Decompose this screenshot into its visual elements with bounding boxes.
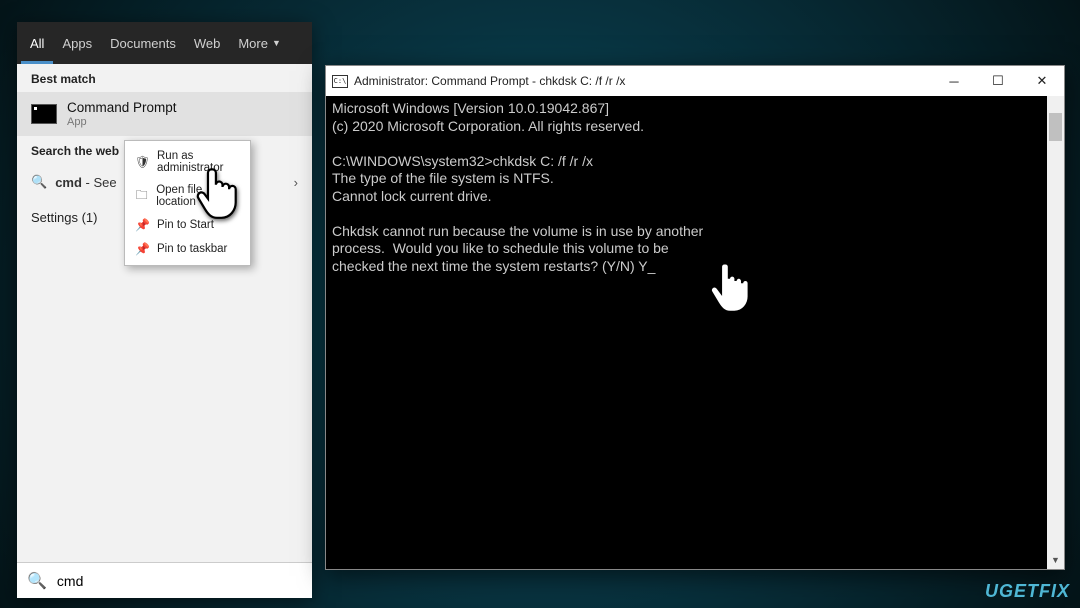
tab-apps[interactable]: Apps — [53, 22, 101, 64]
search-box[interactable]: 🔍 — [17, 562, 312, 598]
command-prompt-icon — [31, 104, 57, 124]
titlebar[interactable]: C:\ Administrator: Command Prompt - chkd… — [326, 66, 1064, 96]
ctx-pin-to-start[interactable]: 📌 Pin to Start — [125, 213, 250, 237]
ctx-run-as-admin[interactable]: 🛡 Run as administrator — [125, 145, 250, 179]
window-title: Administrator: Command Prompt - chkdsk C… — [354, 74, 625, 88]
tab-web[interactable]: Web — [185, 22, 230, 64]
chevron-down-icon: ▼ — [272, 38, 281, 48]
search-icon: 🔍 — [31, 174, 47, 190]
context-menu: 🛡 Run as administrator 🗀 Open file locat… — [124, 140, 251, 266]
scroll-thumb[interactable] — [1049, 113, 1062, 141]
ctx-pin-to-taskbar[interactable]: 📌 Pin to taskbar — [125, 237, 250, 261]
chevron-right-icon: › — [294, 175, 298, 190]
best-match-label: Best match — [17, 64, 312, 92]
maximize-button[interactable]: ☐ — [976, 66, 1020, 96]
folder-icon: 🗀 — [135, 186, 148, 207]
cmd-titlebar-icon: C:\ — [332, 75, 348, 88]
tab-documents[interactable]: Documents — [101, 22, 185, 64]
minimize-button[interactable]: ─ — [932, 66, 976, 96]
tab-all[interactable]: All — [21, 22, 53, 64]
search-input[interactable] — [57, 573, 302, 589]
search-tabs: All Apps Documents Web More▼ — [17, 22, 312, 64]
best-match-subtitle: App — [67, 116, 177, 128]
best-match-item[interactable]: Command Prompt App — [17, 92, 312, 136]
admin-icon: 🛡 — [135, 155, 149, 169]
ctx-open-file-location[interactable]: 🗀 Open file location — [125, 179, 250, 213]
tab-more[interactable]: More▼ — [229, 22, 290, 64]
terminal-body[interactable]: Microsoft Windows [Version 10.0.19042.86… — [326, 96, 1064, 569]
vertical-scrollbar[interactable]: ▲ ▼ — [1047, 96, 1064, 569]
close-button[interactable]: ✕ — [1020, 66, 1064, 96]
command-prompt-window: C:\ Administrator: Command Prompt - chkd… — [325, 65, 1065, 570]
search-icon: 🔍 — [27, 571, 47, 591]
pin-icon: 📌 — [135, 242, 149, 256]
watermark: UGETFIX — [985, 581, 1070, 602]
windows-search-panel: All Apps Documents Web More▼ Best match … — [17, 22, 312, 598]
scroll-down-icon[interactable]: ▼ — [1047, 552, 1064, 569]
pin-icon: 📌 — [135, 218, 149, 232]
best-match-name: Command Prompt — [67, 100, 177, 115]
